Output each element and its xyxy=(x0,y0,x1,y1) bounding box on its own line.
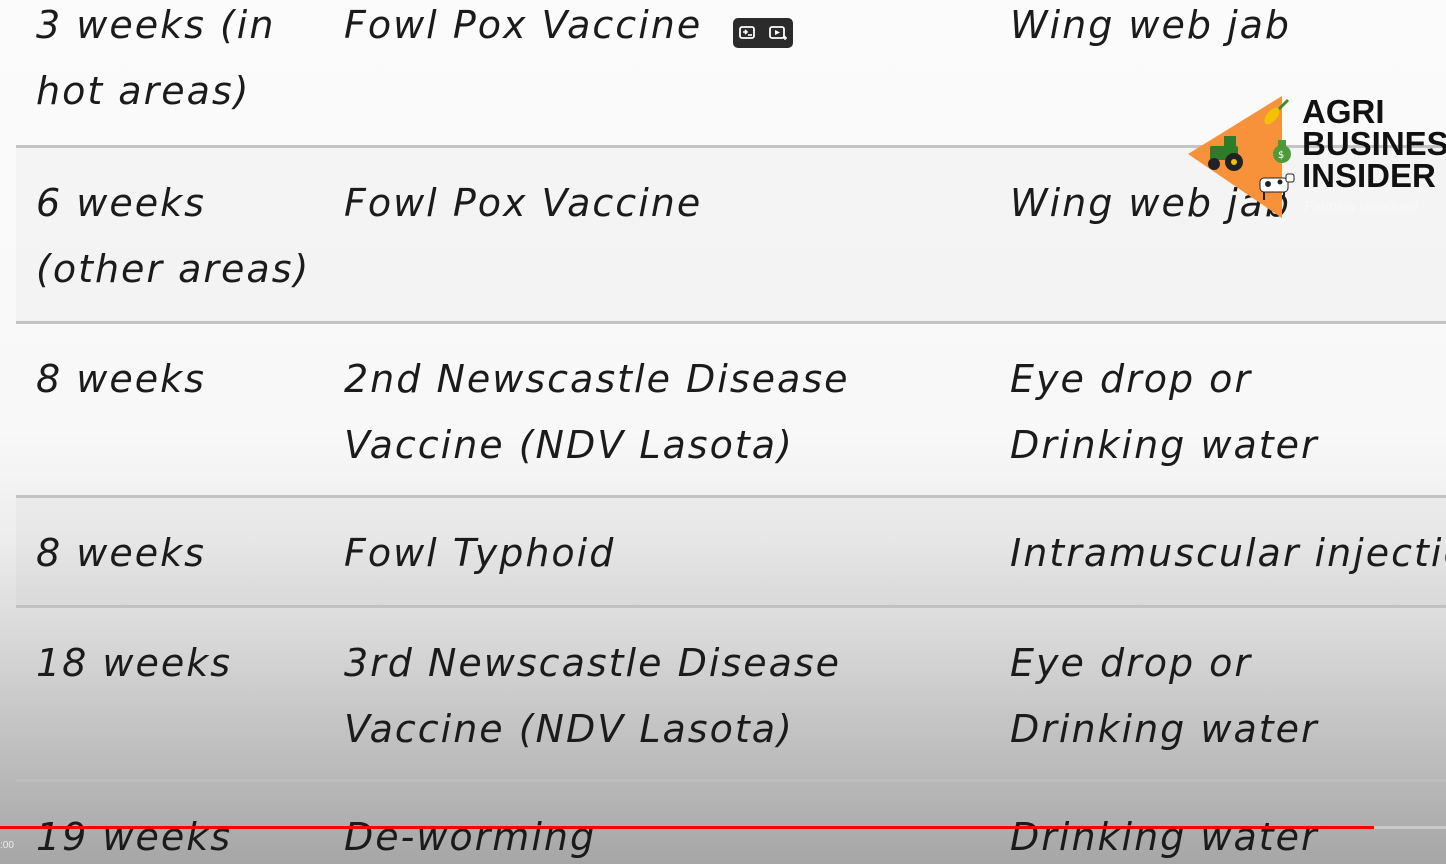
sparkle-play-icon[interactable] xyxy=(768,24,788,42)
age-cell: 6 weeks (other areas) xyxy=(36,181,311,291)
method-text: Eye drop or Drinking water xyxy=(1010,641,1319,751)
logo-line-1: AGRI xyxy=(1302,93,1385,130)
progress-bar[interactable] xyxy=(0,826,1446,829)
vaccine-cell: Fowl Pox Vaccine xyxy=(344,181,703,225)
swap-icon[interactable] xyxy=(738,24,758,42)
age-cell: 8 weeks xyxy=(36,531,206,575)
player-overlay-controls xyxy=(733,18,793,48)
age-cell: 19 weeks xyxy=(36,815,233,859)
method-cell: Eye drop or Drinking water xyxy=(1010,324,1446,478)
vaccine-cell: De-worming xyxy=(344,815,597,859)
vaccine-cell: 2nd Newscastle Disease Vaccine (NDV Laso… xyxy=(344,357,850,467)
logo-wordmark: AGRI BUSINESS INSIDER xyxy=(1302,93,1446,194)
current-time: :00 xyxy=(0,840,14,851)
agri-business-insider-logo: $ AGRI BUSINESS INSIDER Farming redefine… xyxy=(1186,94,1446,224)
table-row: 8 weeks Fowl Typhoid Intramuscular injec… xyxy=(16,498,1446,608)
vaccine-cell: Fowl Typhoid xyxy=(344,531,616,575)
table-row: 18 weeks 3rd Newscastle Disease Vaccine … xyxy=(16,608,1446,782)
age-cell: 18 weeks xyxy=(36,641,233,685)
logo-tagline: Farming redefined xyxy=(1304,198,1418,214)
method-cell: Eye drop or Drinking water xyxy=(1010,608,1446,762)
logo-line-3: INSIDER xyxy=(1302,157,1436,194)
method-text: Eye drop or Drinking water xyxy=(1010,357,1319,467)
progress-bar-fill xyxy=(0,826,1374,829)
age-cell: 3 weeks (in hot areas) xyxy=(36,3,276,113)
table-row: 19 weeks De-worming Drinking water xyxy=(16,782,1446,864)
method-cell: Wing web jab xyxy=(1010,3,1292,47)
vaccine-cell: Fowl Pox Vaccine xyxy=(344,3,703,47)
table-row: 8 weeks 2nd Newscastle Disease Vaccine (… xyxy=(16,324,1446,498)
age-cell: 8 weeks xyxy=(36,357,206,401)
vaccine-cell: 3rd Newscastle Disease Vaccine (NDV Laso… xyxy=(344,641,842,751)
video-frame[interactable]: 3 weeks (in hot areas) Fowl Pox Vaccine … xyxy=(0,0,1446,864)
logo-badge-icon: $ xyxy=(1188,96,1295,218)
method-cell: Intramuscular injection xyxy=(1010,531,1446,575)
method-cell: Drinking water xyxy=(1010,815,1319,859)
svg-text:$: $ xyxy=(1278,150,1284,161)
logo-line-2: BUSINESS xyxy=(1302,125,1446,162)
